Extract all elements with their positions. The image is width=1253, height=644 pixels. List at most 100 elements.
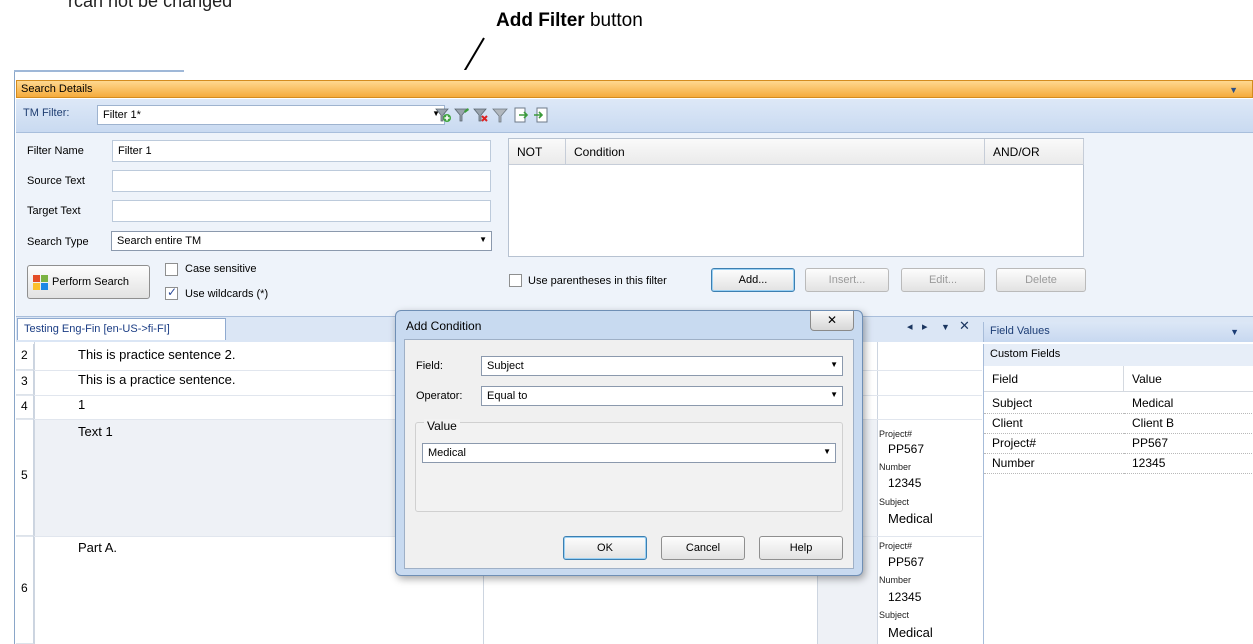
attr-value: Medical (888, 511, 933, 526)
custom-fields-label: Custom Fields (983, 344, 1253, 366)
col-and-or[interactable]: AND/OR (985, 139, 1084, 165)
use-parentheses-checkbox[interactable] (509, 274, 522, 287)
target-text-label: Target Text (27, 205, 81, 217)
tm-filter-bar: TM Filter: Filter 1* ▼ (16, 99, 1253, 133)
source-segment[interactable]: This is a practice sentence. (78, 372, 236, 387)
field-values-header: Field Values ▼ (983, 322, 1253, 342)
delete-filter-icon[interactable] (473, 107, 489, 123)
annotation-top-text: rcan not be changed (68, 0, 233, 11)
field-name[interactable]: Number (984, 454, 1124, 474)
dialog-body: Field: Subject ▼ Operator: Equal to ▼ Va… (404, 339, 854, 569)
field-name[interactable]: Client (984, 414, 1124, 434)
attr-label: Project# (879, 541, 913, 551)
attr-value: PP567 (888, 442, 925, 456)
grid-divider (34, 342, 35, 644)
field-values-menu-icon[interactable]: ▼ (1230, 327, 1239, 337)
tm-filter-value: Filter 1* (103, 109, 141, 121)
field-value[interactable]: 12345 (1124, 454, 1253, 474)
grid-divider (877, 342, 878, 644)
chevron-down-icon: ▼ (823, 447, 831, 456)
add-condition-button[interactable]: Add... (711, 268, 795, 292)
field-value[interactable]: PP567 (1124, 434, 1253, 454)
edit-condition-button[interactable]: Edit... (901, 268, 985, 292)
case-sensitive-checkbox[interactable] (165, 263, 178, 276)
import-filter-icon[interactable] (533, 107, 549, 123)
chevron-down-icon: ▼ (830, 360, 838, 369)
search-type-value: Search entire TM (117, 235, 202, 247)
row-number[interactable]: 4 (16, 395, 34, 419)
col-condition[interactable]: Condition (566, 139, 985, 165)
app-top-line (14, 70, 184, 72)
field-name[interactable]: Subject (984, 394, 1124, 414)
source-segment[interactable]: 1 (78, 397, 85, 412)
field-select-value: Subject (487, 360, 524, 372)
document-tab[interactable]: Testing Eng-Fin [en-US->fi-FI] (17, 318, 226, 340)
value-select[interactable]: Medical ▼ (422, 443, 836, 463)
add-filter-icon[interactable] (435, 107, 451, 123)
panel-dropdown-icon[interactable]: ▼ (1229, 84, 1238, 96)
use-wildcards-label: Use wildcards (*) (185, 288, 269, 300)
dialog-close-button[interactable]: ✕ (810, 311, 854, 331)
close-icon: ✕ (826, 313, 838, 327)
scroll-right-icon[interactable]: ▸ (922, 320, 928, 333)
conditions-table[interactable]: NOT Condition AND/OR (508, 138, 1084, 257)
attr-label: Subject (879, 497, 910, 507)
search-tm-icon (33, 275, 48, 290)
field-value[interactable]: Client B (1124, 414, 1253, 434)
col-value[interactable]: Value (1124, 366, 1253, 392)
attr-label: Number (879, 575, 912, 585)
operator-select[interactable]: Equal to ▼ (481, 386, 843, 406)
use-parentheses-label: Use parentheses in this filter (528, 275, 667, 287)
col-not[interactable]: NOT (509, 139, 566, 165)
conditions-table-header: NOT Condition AND/OR (509, 139, 1084, 165)
field-value[interactable]: Medical (1124, 394, 1253, 414)
value-select-value: Medical (428, 447, 466, 459)
add-condition-dialog: Add Condition ✕ Field: Subject ▼ Operato… (395, 310, 863, 576)
source-text-input[interactable] (112, 170, 491, 192)
chevron-down-icon: ▼ (830, 390, 838, 399)
export-filter-icon[interactable] (513, 107, 529, 123)
perform-search-label: Perform Search (52, 276, 130, 288)
search-type-select[interactable]: Search entire TM ▼ (111, 231, 492, 251)
search-details-titlebar: Search Details ▼ (16, 80, 1253, 98)
field-select[interactable]: Subject ▼ (481, 356, 843, 376)
use-wildcards-checkbox[interactable] (165, 285, 178, 300)
tm-filter-select[interactable]: Filter 1* ▼ (97, 105, 445, 125)
row-number[interactable]: 2 (16, 344, 34, 370)
scroll-left-icon[interactable]: ◂ (907, 320, 913, 333)
filter-name-input[interactable]: Filter 1 (112, 140, 491, 162)
source-segment[interactable]: Text 1 (78, 424, 113, 439)
field-name[interactable]: Project# (984, 434, 1124, 454)
row-number[interactable]: 5 (16, 419, 34, 536)
edit-filter-icon[interactable] (454, 107, 470, 123)
row-number[interactable]: 6 (16, 536, 34, 644)
help-button[interactable]: Help (759, 536, 843, 560)
value-group-label: Value (424, 419, 460, 433)
dialog-title: Add Condition (406, 319, 482, 333)
value-group: Value Medical ▼ (415, 419, 843, 512)
source-segment[interactable]: Part A. (78, 540, 117, 555)
panel-title: Search Details (21, 83, 93, 95)
target-text-input[interactable] (112, 200, 491, 222)
tm-filter-label: TM Filter: (23, 107, 70, 119)
col-field[interactable]: Field (984, 366, 1124, 392)
ok-button[interactable]: OK (563, 536, 647, 560)
add-filter-callout: Add Filter button (496, 10, 643, 32)
chevron-down-icon: ▼ (479, 235, 487, 244)
delete-condition-button[interactable]: Delete (996, 268, 1086, 292)
attr-value: PP567 (888, 555, 925, 569)
attr-value: Medical (888, 625, 933, 640)
operator-select-value: Equal to (487, 390, 528, 402)
attr-label: Project# (879, 429, 913, 439)
insert-condition-button[interactable]: Insert... (805, 268, 889, 292)
attr-label: Number (879, 462, 912, 472)
pane-menu-icon[interactable]: ▼ (941, 322, 950, 332)
close-icon[interactable]: ✕ (959, 318, 970, 334)
field-values-table: Field Value Subject Medical Client Clien… (983, 366, 1253, 644)
source-segment[interactable]: This is practice sentence 2. (78, 347, 236, 362)
cancel-button[interactable]: Cancel (661, 536, 745, 560)
case-sensitive-label: Case sensitive (185, 263, 257, 275)
row-number[interactable]: 3 (16, 370, 34, 395)
clear-filter-icon[interactable] (492, 107, 508, 123)
filter-name-label: Filter Name (27, 145, 84, 157)
